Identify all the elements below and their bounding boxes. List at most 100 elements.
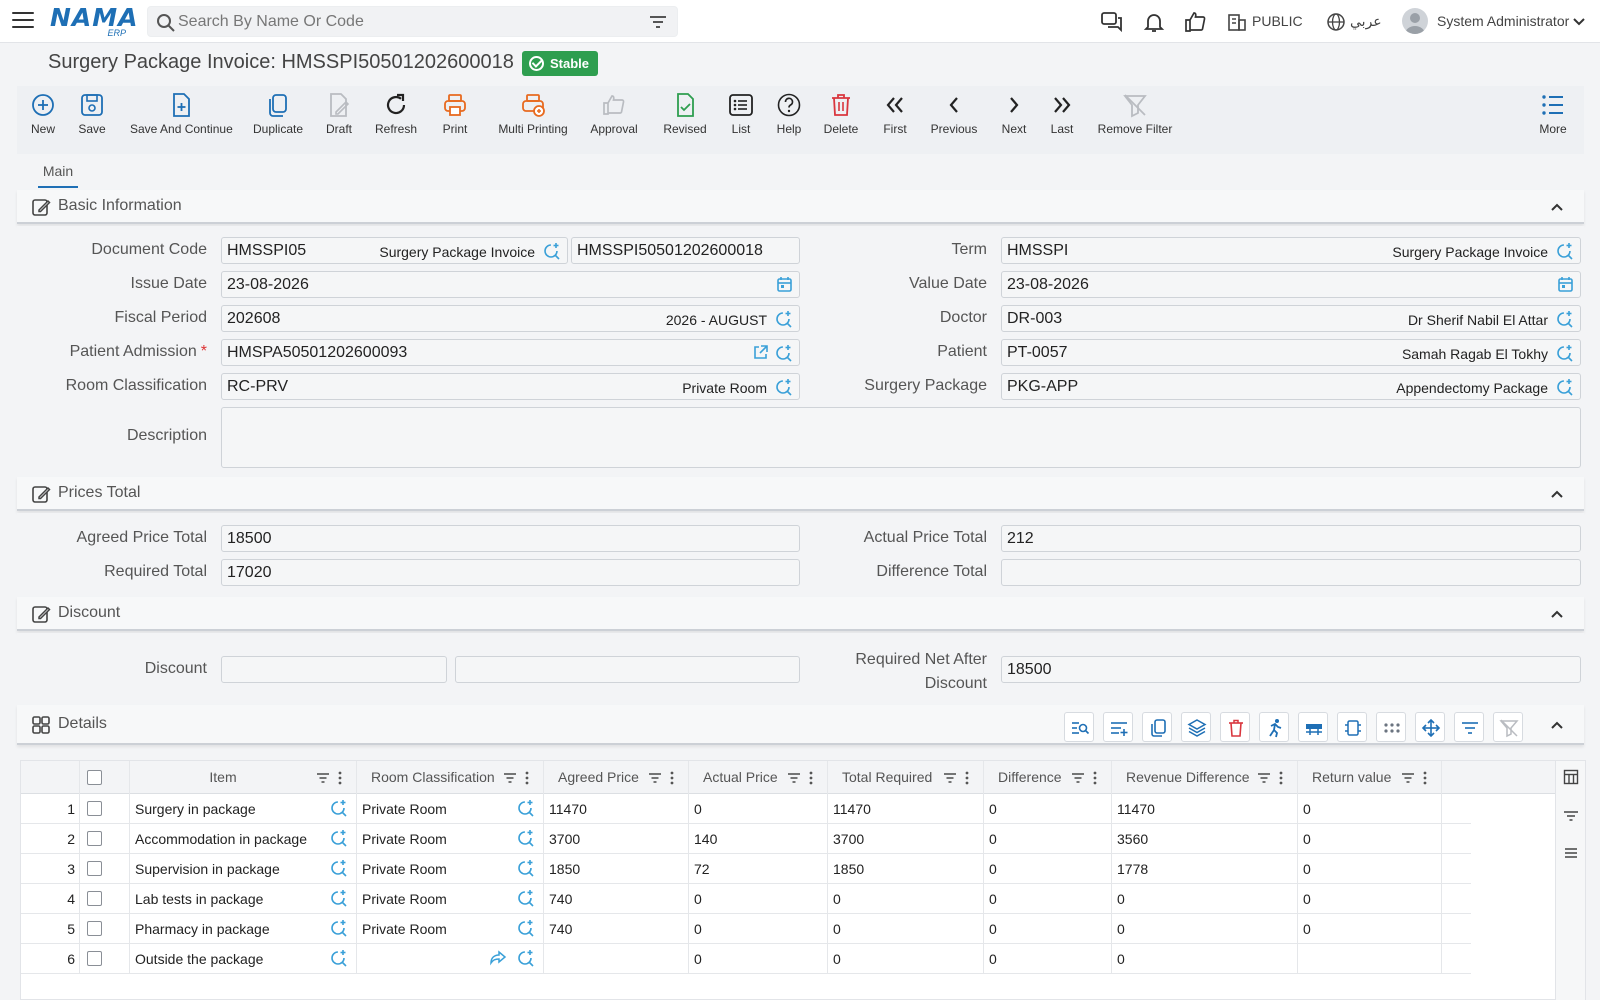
table-cell-room[interactable]: Private Room (362, 861, 447, 877)
table-row[interactable]: 2 Accommodation in package Private Room 370… (21, 824, 1471, 854)
help-button[interactable]: Help (774, 92, 804, 148)
more-button[interactable]: More (1538, 92, 1568, 148)
avatar[interactable] (1402, 8, 1428, 34)
table-cell-diff[interactable]: 0 (989, 861, 997, 877)
table-cell-rev[interactable]: 1778 (1117, 861, 1148, 877)
column-filter-icon[interactable] (1401, 772, 1415, 784)
table-cell-rev[interactable]: 11470 (1117, 801, 1155, 817)
move-button[interactable] (1415, 712, 1445, 742)
select-all-checkbox[interactable] (87, 770, 102, 785)
delete-rows-button[interactable] (1220, 712, 1250, 742)
lookup-icon[interactable] (775, 378, 793, 396)
table-cell-room[interactable]: Private Room (362, 831, 447, 847)
lookup-icon[interactable] (1556, 344, 1574, 362)
add-row-button[interactable] (1103, 712, 1133, 742)
previous-button[interactable]: Previous (930, 92, 978, 148)
calendar-icon[interactable] (1557, 276, 1574, 293)
table-cell-actual[interactable]: 0 (694, 921, 702, 937)
table-cell-agreed[interactable]: 740 (549, 921, 572, 937)
column-menu-icon[interactable] (338, 771, 342, 785)
table-cell-ret[interactable]: 0 (1303, 831, 1311, 847)
column-header[interactable]: Return value (1297, 761, 1441, 794)
table-cell-rev[interactable]: 3560 (1117, 831, 1148, 847)
chevron-up-icon[interactable] (1550, 200, 1564, 214)
thumbs-up-icon[interactable] (1183, 10, 1207, 34)
table-cell-actual[interactable]: 0 (694, 951, 702, 967)
table-cell-ret[interactable]: 0 (1303, 921, 1311, 937)
column-menu-icon[interactable] (1279, 771, 1283, 785)
column-menu-icon[interactable] (1423, 771, 1427, 785)
column-menu-icon[interactable] (1093, 771, 1097, 785)
lookup-icon[interactable] (517, 919, 535, 937)
table-cell-total[interactable]: 11470 (833, 801, 871, 817)
revised-button[interactable]: Revised (662, 92, 708, 148)
document-number-field[interactable]: HMSSPI50501202600018 (571, 237, 800, 264)
row-checkbox[interactable] (87, 921, 102, 936)
delete-button[interactable]: Delete (823, 92, 859, 148)
column-filter-icon[interactable] (1071, 772, 1085, 784)
lookup-icon[interactable] (330, 829, 348, 847)
table-cell-rev[interactable]: 0 (1117, 921, 1125, 937)
remove-filter-button[interactable]: Remove Filter (1097, 92, 1173, 148)
save-and-continue-button[interactable]: Save And Continue (130, 92, 233, 148)
lookup-icon[interactable] (330, 889, 348, 907)
table-cell-ret[interactable]: 0 (1303, 801, 1311, 817)
agreed-price-total-field[interactable]: 18500 (221, 525, 800, 552)
column-header[interactable]: Actual Price (688, 761, 827, 794)
lookup-icon[interactable] (330, 859, 348, 877)
table-cell-agreed[interactable]: 11470 (549, 801, 587, 817)
first-button[interactable]: First (881, 92, 909, 148)
table-cell-ret[interactable]: 0 (1303, 861, 1311, 877)
lookup-icon[interactable] (330, 949, 348, 967)
patient-admission-field[interactable]: HMSPA50501202600093 (221, 339, 800, 366)
table-cell-item[interactable]: Accommodation in package (135, 831, 307, 847)
filter-rows-button[interactable] (1454, 712, 1484, 742)
lookup-icon[interactable] (1556, 378, 1574, 396)
table-cell-item[interactable]: Pharmacy in package (135, 921, 270, 937)
refresh-button[interactable]: Refresh (374, 92, 418, 148)
document-code-field[interactable]: HMSSPI05 Surgery Package Invoice (221, 237, 568, 264)
row-checkbox[interactable] (87, 891, 102, 906)
table-cell-total[interactable]: 3700 (833, 831, 864, 847)
difference-total-field[interactable] (1001, 559, 1581, 586)
run-button[interactable] (1259, 712, 1289, 742)
column-menu-icon[interactable] (809, 771, 813, 785)
table-insert-button[interactable] (1298, 712, 1328, 742)
chat-icon[interactable] (1100, 10, 1124, 34)
required-total-field[interactable]: 17020 (221, 559, 800, 586)
print-button[interactable]: Print (440, 92, 470, 148)
share-icon[interactable] (489, 950, 507, 966)
approval-button[interactable]: Approval (589, 92, 639, 148)
new-button[interactable]: New (27, 92, 59, 148)
table-cell-agreed[interactable]: 740 (549, 891, 572, 907)
bell-icon[interactable] (1142, 10, 1166, 34)
table-cell-total[interactable]: 0 (833, 921, 841, 937)
lookup-icon[interactable] (775, 344, 793, 362)
table-cell-diff[interactable]: 0 (989, 951, 997, 967)
lookup-icon[interactable] (517, 799, 535, 817)
patient-field[interactable]: PT-0057 Samah Ragab El Tokhy (1001, 339, 1581, 366)
value-date-field[interactable]: 23-08-2026 (1001, 271, 1581, 298)
draft-button[interactable]: Draft (324, 92, 354, 148)
table-cell-rev[interactable]: 0 (1117, 951, 1125, 967)
column-filter-icon[interactable] (1257, 772, 1271, 784)
table-cell-item[interactable]: Surgery in package (135, 801, 256, 817)
column-header[interactable]: Total Required (827, 761, 983, 794)
column-menu-icon[interactable] (965, 771, 969, 785)
table-row[interactable]: 3 Supervision in package Private Room 1850 7… (21, 854, 1471, 884)
table-cell-ret[interactable]: 0 (1303, 891, 1311, 907)
branch-label[interactable]: PUBLIC (1252, 13, 1303, 29)
column-menu-icon[interactable] (670, 771, 674, 785)
column-header[interactable]: Difference (983, 761, 1111, 794)
multi-printing-button[interactable]: Multi Printing (495, 92, 571, 148)
row-checkbox[interactable] (87, 861, 102, 876)
table-cell-item[interactable]: Supervision in package (135, 861, 280, 877)
table-cell-actual[interactable]: 0 (694, 801, 702, 817)
issue-date-field[interactable]: 23-08-2026 (221, 271, 800, 298)
search-input[interactable] (178, 12, 638, 32)
table-cell-agreed[interactable]: 3700 (549, 831, 580, 847)
doctor-field[interactable]: DR-003 Dr Sherif Nabil El Attar (1001, 305, 1581, 332)
description-textarea[interactable] (221, 407, 1581, 468)
chevron-down-icon[interactable] (1572, 15, 1586, 29)
row-checkbox[interactable] (87, 951, 102, 966)
